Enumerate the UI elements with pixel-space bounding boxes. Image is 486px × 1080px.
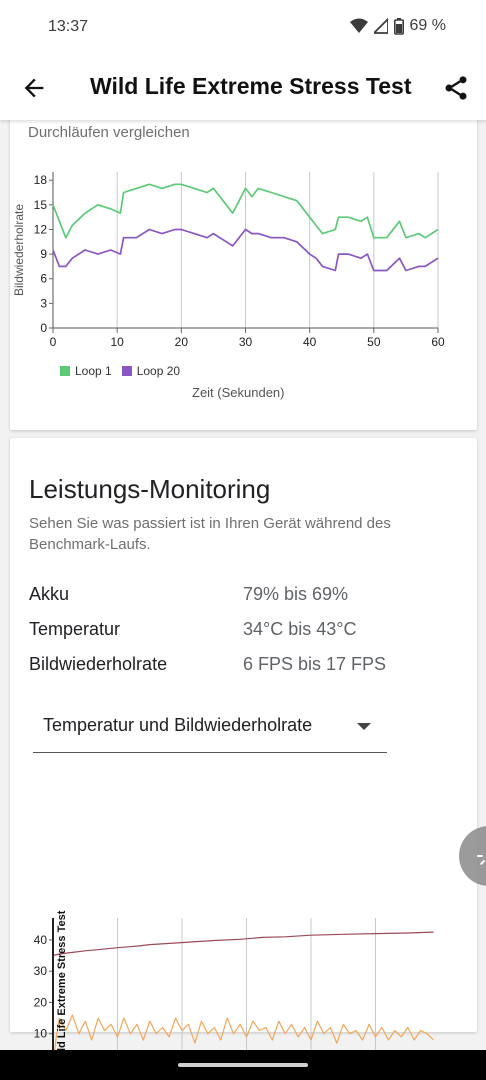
y-tick-label: 30 xyxy=(34,964,48,978)
page-title: Wild Life Extreme Stress Test xyxy=(90,73,412,99)
metric-row-temperature: Temperatur 34°C bis 43°C xyxy=(29,619,449,654)
back-arrow-icon[interactable] xyxy=(20,74,48,102)
metric-row-framerate: Bildwiederholrate 6 FPS bis 17 FPS xyxy=(29,654,449,689)
y-tick-label: 12 xyxy=(34,222,48,236)
x-tick-label: 0 xyxy=(50,335,57,349)
metric-value: 6 FPS bis 17 FPS xyxy=(243,654,387,674)
status-time: 13:37 xyxy=(48,18,89,35)
section-title: Leistungs-Monitoring xyxy=(29,474,271,504)
series-line-1 xyxy=(52,931,434,957)
x-tick-label: 30 xyxy=(239,335,253,349)
metric-label: Temperatur xyxy=(29,619,121,639)
x-tick-label: 60 xyxy=(431,335,445,349)
y-tick-label: 18 xyxy=(34,173,48,187)
metric-label: Akku xyxy=(29,584,70,604)
share-icon[interactable] xyxy=(442,74,470,102)
battery-icon xyxy=(393,17,404,35)
status-icons: 69 % xyxy=(349,17,446,35)
y-tick-label: 0 xyxy=(40,321,47,335)
spinner-icon xyxy=(477,855,485,865)
series-line-2 xyxy=(54,1014,434,1050)
y-tick-label: 20 xyxy=(34,995,48,1009)
legend-item-loop20: Loop 20 xyxy=(121,364,180,378)
monitoring-chart: 02004006008001.000010203040Wild Life Ext… xyxy=(34,910,434,1050)
y-tick-label: 15 xyxy=(34,198,48,212)
home-gesture-handle[interactable] xyxy=(178,1063,308,1067)
performance-monitoring-card: Leistungs-Monitoring Sehen Sie was passi… xyxy=(10,438,477,1050)
metrics-list: Akku 79% bis 69% Temperatur 34°C bis 43°… xyxy=(29,584,449,689)
y-tick-label: 10 xyxy=(34,1027,48,1041)
metric-label: Bildwiederholrate xyxy=(29,654,168,674)
wifi-icon xyxy=(349,18,368,33)
x-tick-label: 20 xyxy=(175,335,189,349)
dropdown-arrow-icon xyxy=(357,723,371,730)
y-tick-label: 9 xyxy=(40,247,47,261)
metric-row-battery: Akku 79% bis 69% xyxy=(29,584,449,619)
y-tick-label: 3 xyxy=(40,296,47,310)
chart-type-dropdown[interactable]: Temperatur und Bildwiederholrate xyxy=(33,703,387,753)
legend-item-loop1: Loop 1 xyxy=(60,364,112,378)
section-description: Sehen Sie was passiert ist in Ihren Gerä… xyxy=(29,515,391,553)
app-bar: Wild Life Extreme Stress Test xyxy=(0,56,486,120)
battery-percent: 69 % xyxy=(409,17,446,34)
card-subtitle: Durchläufen vergleichen xyxy=(28,124,190,141)
dropdown-selected-value: Temperatur und Bildwiederholrate xyxy=(43,715,313,735)
chart1-x-axis-title: Zeit (Sekunden) xyxy=(192,385,285,400)
y-tick-label: 40 xyxy=(34,933,48,947)
chart1-legend: Loop 1 Loop 20 xyxy=(60,364,180,378)
x-tick-label: 40 xyxy=(303,335,317,349)
y-tick-label: 6 xyxy=(40,272,47,286)
run-comparison-card: Durchläufen vergleichen 0 10 20 30 40 50 60 0 3 6… xyxy=(10,120,477,430)
x-tick-label: 10 xyxy=(110,335,124,349)
metric-value: 79% bis 69% xyxy=(243,584,349,604)
status-bar: 13:37 69 % xyxy=(0,0,486,56)
cell-signal-icon xyxy=(373,18,388,34)
marker-label: Wild Life Extreme Stress Test xyxy=(56,910,68,1050)
legend-swatch xyxy=(121,366,132,376)
legend-swatch xyxy=(60,366,70,376)
y-axis-title: Bildwiederholrate xyxy=(12,204,26,296)
scroll-content[interactable]: Durchläufen vergleichen 0 10 20 30 40 50 60 0 3 6… xyxy=(0,120,486,1050)
metric-value: 34°C bis 43°C xyxy=(243,619,357,639)
x-tick-label: 50 xyxy=(367,335,381,349)
system-nav-bar xyxy=(0,1050,486,1080)
